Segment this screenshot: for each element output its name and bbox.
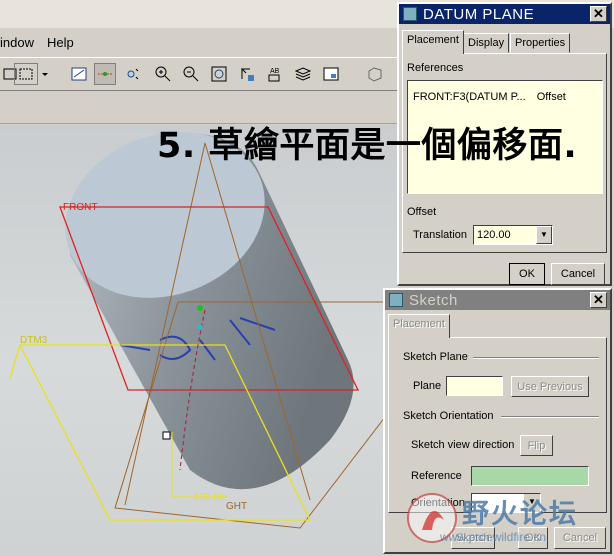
label-right: GHT xyxy=(226,501,248,512)
sketch-orientation-label: Sketch Orientation xyxy=(403,410,494,422)
datum-plane-display-icon[interactable] xyxy=(68,63,90,85)
datum-point-display-icon[interactable] xyxy=(122,63,144,85)
flip-button[interactable]: Flip xyxy=(520,435,553,456)
model-tree-icon[interactable] xyxy=(320,63,342,85)
reference-row[interactable]: FRONT:F3(DATUM P... Offset xyxy=(413,91,566,103)
sketch-plane-label: Sketch Plane xyxy=(403,351,468,363)
group-divider xyxy=(501,416,599,418)
reorient-icon[interactable] xyxy=(236,63,258,85)
reference-input[interactable] xyxy=(471,466,589,486)
saved-views-icon[interactable]: AB xyxy=(264,63,286,85)
handle-green xyxy=(197,305,203,311)
watermark: 野火论坛 www.proewildfire.cn xyxy=(404,490,604,550)
offset-label: Offset xyxy=(407,206,437,218)
app-icon xyxy=(389,293,403,307)
tab-display[interactable]: Display xyxy=(463,33,510,53)
svg-text:AB: AB xyxy=(270,68,280,75)
cancel-button[interactable]: Cancel xyxy=(551,263,605,285)
plane-input[interactable] xyxy=(446,376,503,396)
use-previous-button[interactable]: Use Previous xyxy=(511,376,589,397)
toolbar: AB xyxy=(0,57,400,91)
tab-placement[interactable]: Placement xyxy=(388,314,450,338)
chevron-down-icon[interactable]: ▼ xyxy=(536,226,552,244)
layers-icon[interactable] xyxy=(292,63,314,85)
menu-bar: indow Help xyxy=(0,30,400,56)
label-dimension[interactable]: 120.00 xyxy=(194,492,225,503)
datum-axis-display-icon[interactable] xyxy=(94,63,116,85)
translation-input[interactable]: 120.00 ▼ xyxy=(473,225,553,245)
sketch-dialog-title: Sketch xyxy=(409,291,458,309)
label-front: FRONT xyxy=(63,202,98,213)
reference-label: Reference xyxy=(411,470,462,482)
datum-dialog-title: DATUM PLANE xyxy=(423,5,535,23)
graphics-window[interactable]: FRONT DTM3 120.00 GHT xyxy=(0,125,400,556)
watermark-sub: www.proewildfire.cn xyxy=(440,530,547,544)
tutorial-caption: 5. 草繪平面是一個偏移面. xyxy=(157,126,578,166)
sketch-placement-panel: Sketch Plane Plane Use Previous Sketch O… xyxy=(388,337,607,513)
chevron-down-icon[interactable] xyxy=(40,63,50,85)
app-icon xyxy=(403,7,417,21)
box-select-icon[interactable] xyxy=(14,63,38,85)
reference-type[interactable]: Offset xyxy=(537,91,566,103)
handle-cyan xyxy=(197,324,203,330)
datum-dialog-titlebar: DATUM PLANE ✕ xyxy=(399,4,610,24)
shading-icon[interactable] xyxy=(364,63,386,85)
tab-placement[interactable]: Placement xyxy=(402,30,464,54)
refit-icon[interactable] xyxy=(208,63,230,85)
label-dtm3: DTM3 xyxy=(20,335,48,346)
references-label: References xyxy=(407,62,464,74)
plane-label: Plane xyxy=(413,380,442,392)
handle-square xyxy=(162,431,171,440)
translation-label: Translation xyxy=(413,229,468,241)
zoom-in-icon[interactable] xyxy=(152,63,174,85)
ok-button[interactable]: OK xyxy=(509,263,545,285)
sketch-dialog-titlebar: Sketch ✕ xyxy=(385,290,610,310)
menu-window[interactable]: indow xyxy=(0,35,34,50)
group-divider xyxy=(473,357,599,359)
view-direction-label: Sketch view direction xyxy=(411,439,515,451)
reference-name: FRONT:F3(DATUM P... xyxy=(413,91,526,103)
zoom-out-icon[interactable] xyxy=(180,63,202,85)
menu-help[interactable]: Help xyxy=(47,35,74,50)
watermark-main: 野火论坛 xyxy=(462,499,578,530)
close-icon[interactable]: ✕ xyxy=(590,6,607,22)
close-icon[interactable]: ✕ xyxy=(590,292,607,308)
translation-value: 120.00 xyxy=(477,229,511,241)
tab-properties[interactable]: Properties xyxy=(510,33,571,53)
